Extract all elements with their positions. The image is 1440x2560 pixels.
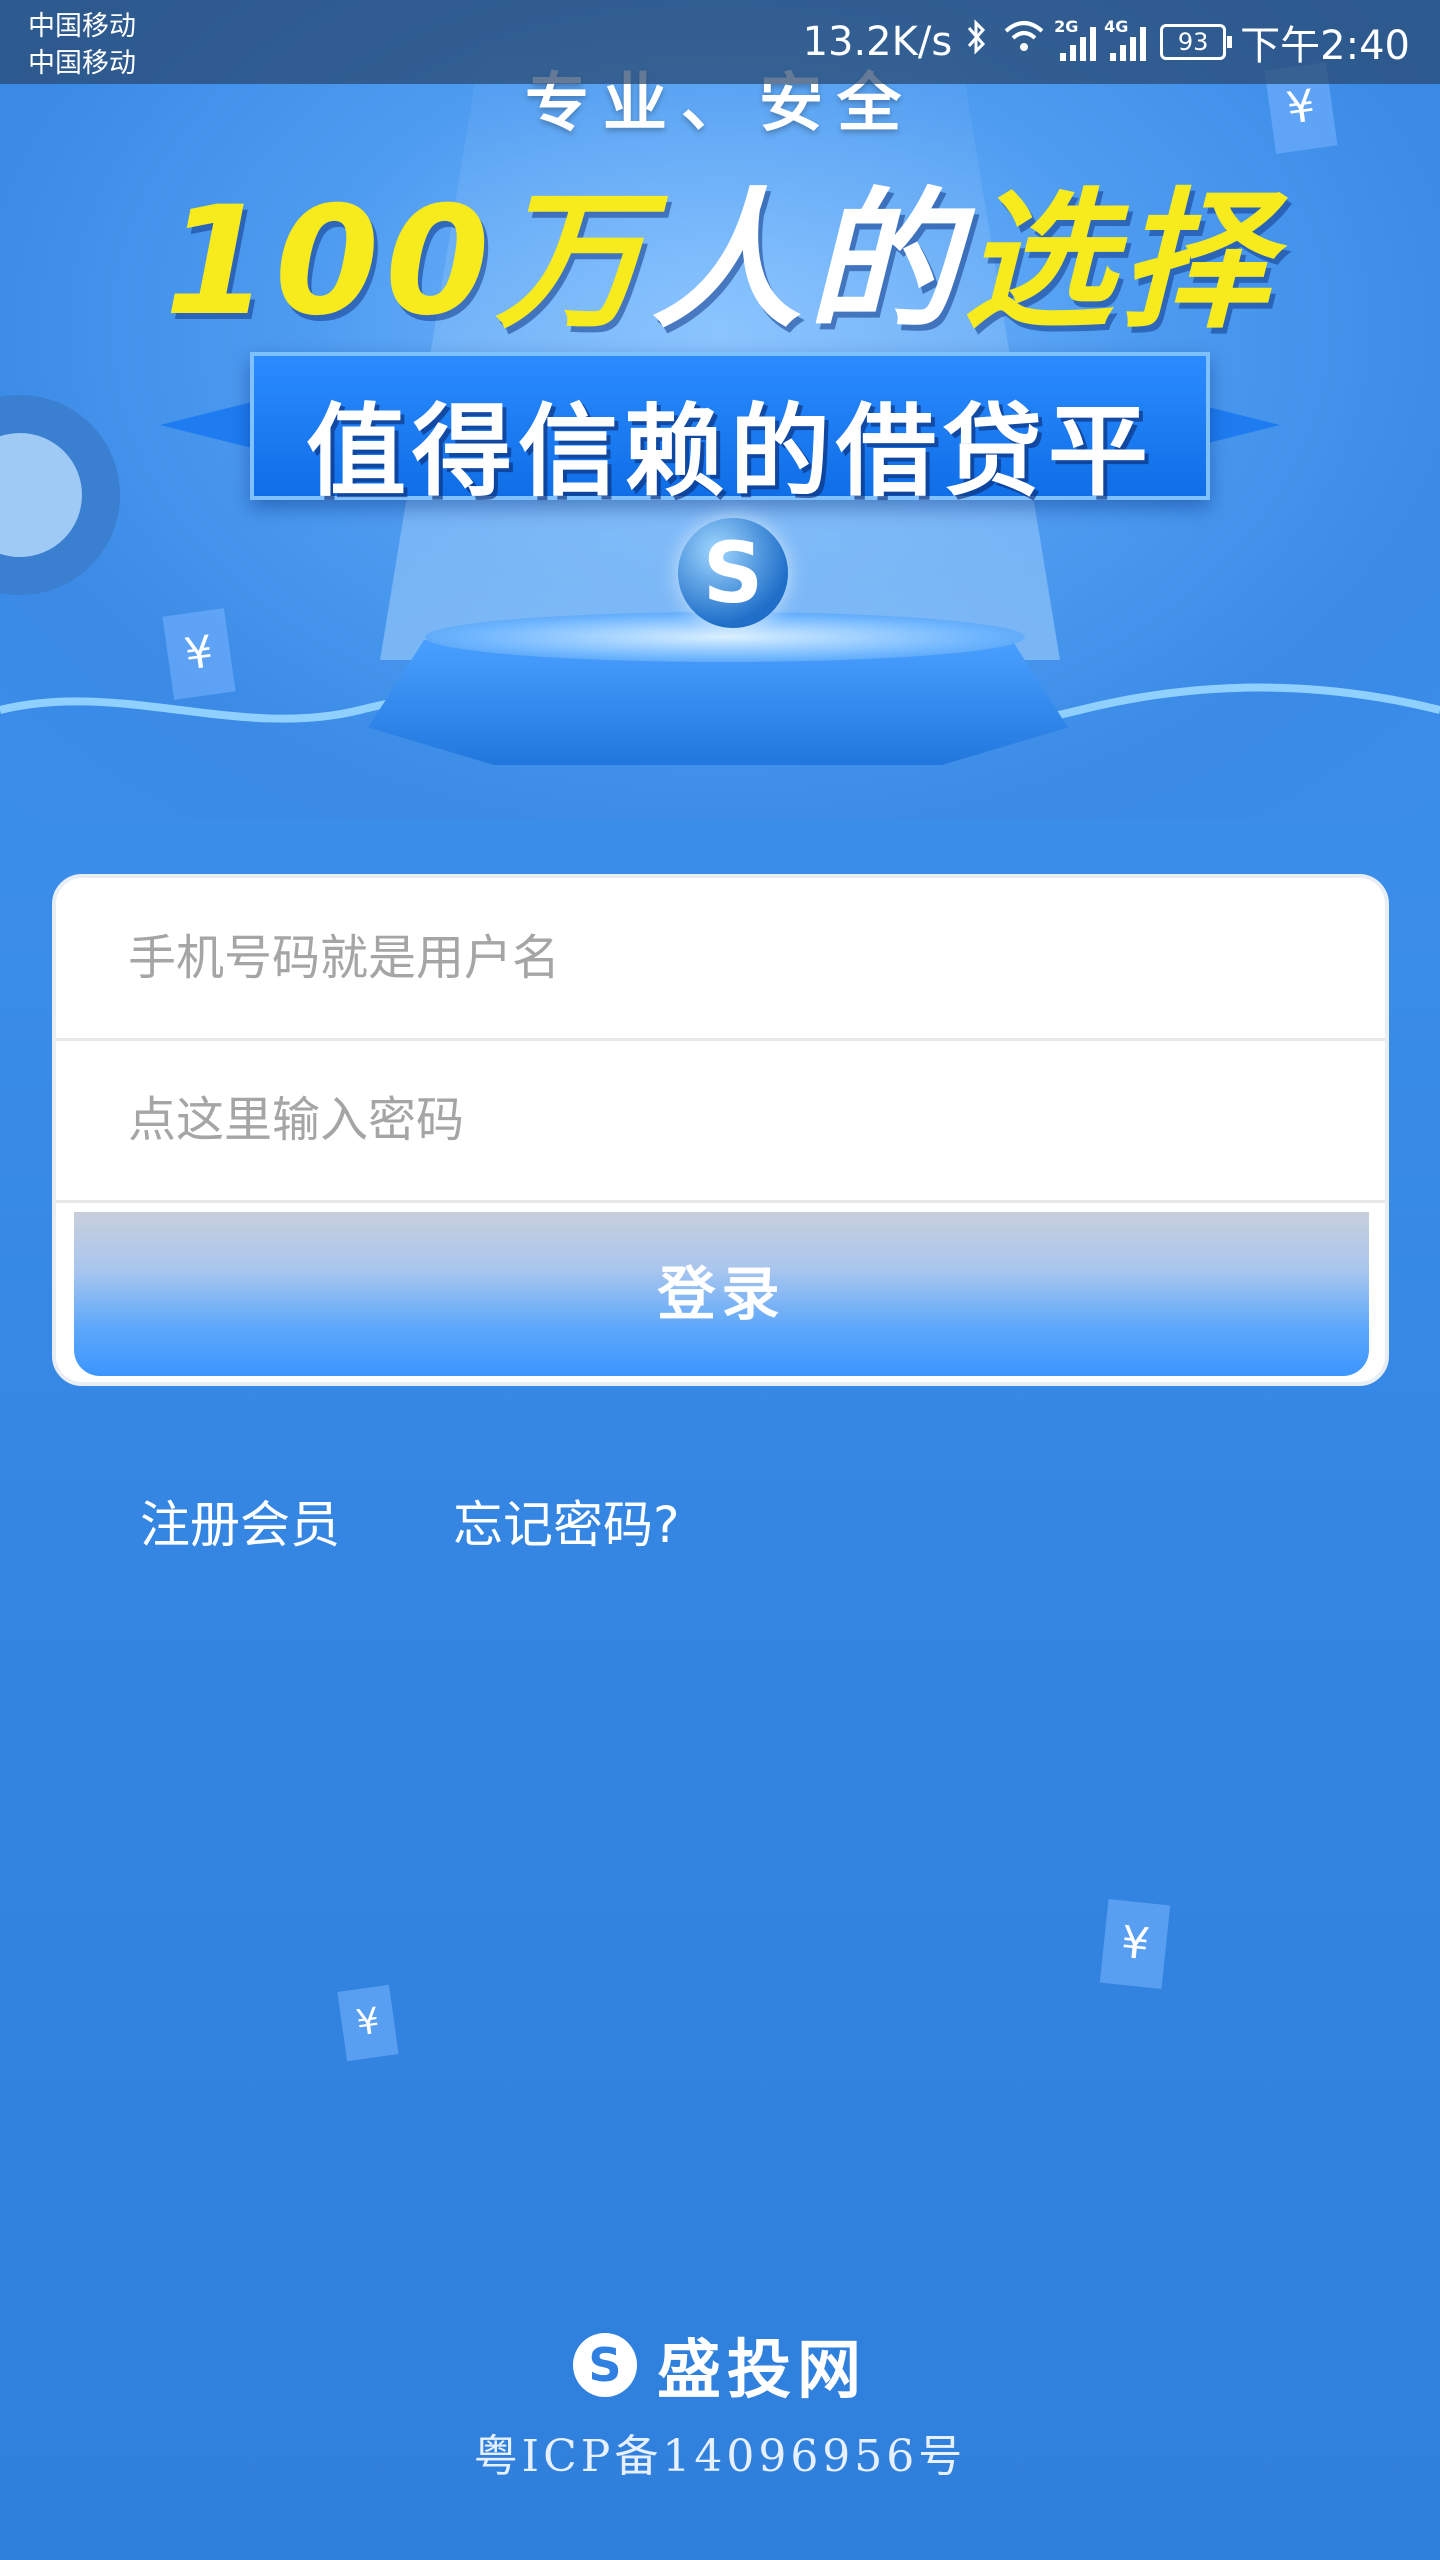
status-icons: 13.2K/s 2G 4G 93 下午2:40 [803, 14, 1410, 70]
login-button[interactable]: 登录 [74, 1212, 1369, 1376]
banner-headline: 100万人的选择 [0, 140, 1440, 357]
status-bar: 中国移动 中国移动 13.2K/s 2G 4G 93 下午2:40 [0, 0, 1440, 84]
signal-2g-tag: 2G [1054, 17, 1079, 36]
banner-ribbon: 值得信赖的借贷平台 [250, 352, 1210, 655]
register-link[interactable]: 注册会员 [140, 1490, 340, 1560]
battery-icon: 93 [1160, 24, 1233, 60]
brand-logo-icon: S [573, 2333, 637, 2397]
signal-4g-icon: 4G [1104, 17, 1147, 61]
signal-2g-icon: 2G [1054, 17, 1097, 61]
brand-name: 盛投网 [657, 2333, 867, 2408]
carrier-labels: 中国移动 中国移动 [28, 8, 136, 82]
username-input[interactable] [56, 878, 1385, 1038]
yen-card-icon: ¥ [1099, 1898, 1171, 1990]
field-divider [56, 1200, 1385, 1203]
carrier-2: 中国移动 [28, 48, 136, 79]
footer-brand: S 盛投网 [0, 2320, 1440, 2410]
network-speed: 13.2K/s [802, 19, 953, 65]
promo-banner: ¥ ¥ 专业、安全 100万人的选择 值得信赖的借贷平台 S [0, 0, 1440, 820]
decorative-ring [0, 395, 120, 595]
yen-card-icon: ¥ [337, 1984, 399, 2062]
wifi-icon [1002, 19, 1046, 65]
carrier-1: 中国移动 [28, 11, 136, 42]
bluetooth-icon [966, 18, 988, 66]
brand-orb-logo: S [678, 518, 788, 628]
headline-end: 选择 [963, 175, 1276, 349]
icp-license: 粤ICP备14096956号 [473, 2431, 967, 2482]
password-input[interactable] [56, 1040, 1385, 1200]
headline-middle: 人的 [651, 175, 964, 349]
signal-4g-tag: 4G [1104, 17, 1129, 36]
clock: 下午2:40 [1240, 23, 1410, 69]
forgot-password-link[interactable]: 忘记密码? [453, 1490, 680, 1560]
headline-number: 100万 [164, 175, 652, 349]
login-form: 登录 [52, 874, 1389, 1386]
